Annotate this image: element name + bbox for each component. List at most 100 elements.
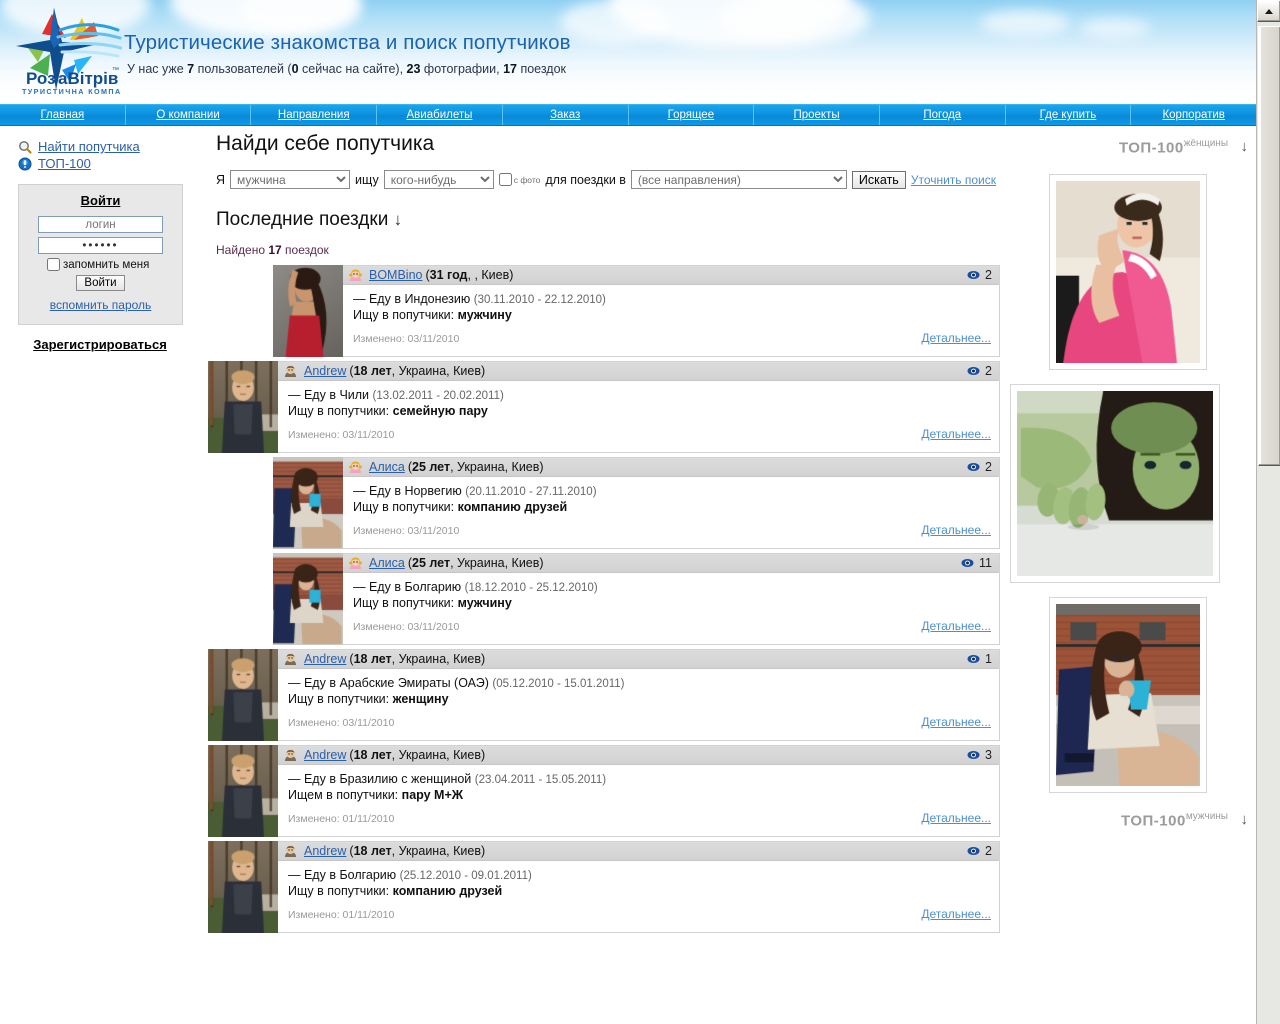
trip-user-meta: (18 лет, Украина, Киев) xyxy=(349,748,485,762)
trip-details[interactable]: Детальнее... xyxy=(921,331,991,345)
scroll-up-button[interactable] xyxy=(1257,0,1280,22)
search-button[interactable]: Искать xyxy=(852,171,906,189)
trip-details-link[interactable]: Детальнее... xyxy=(921,331,991,345)
nav-item-label[interactable]: Корпоратив xyxy=(1162,109,1224,121)
trip-username-link[interactable]: Andrew xyxy=(304,748,346,762)
trip-user-photo[interactable] xyxy=(208,361,278,453)
scrollbar-thumb[interactable] xyxy=(1258,26,1280,466)
trip-details-link[interactable]: Детальнее... xyxy=(921,427,991,441)
down-arrow-icon[interactable]: ↓ xyxy=(1241,811,1249,828)
trip-list-item[interactable]: Andrew(18 лет, Украина, Киев)3— Еду в Бр… xyxy=(208,745,1000,837)
nav-item-label[interactable]: Проекты xyxy=(793,109,839,121)
sort-descending-icon[interactable]: ↓ xyxy=(394,210,403,229)
trip-user-photo[interactable] xyxy=(208,841,278,933)
trip-username-link[interactable]: Алиса xyxy=(369,556,405,570)
trip-details[interactable]: Детальнее... xyxy=(921,907,991,921)
seek-select[interactable]: кого-нибудьмужчинуженщинусемейную паруко… xyxy=(384,170,494,189)
nav-item-7[interactable]: Проекты xyxy=(754,105,880,125)
trip-user-photo[interactable] xyxy=(273,265,343,357)
top100-photo-frame[interactable] xyxy=(1010,384,1220,583)
forgot-password-link[interactable]: вспомнить пароль xyxy=(50,298,152,312)
trip-username-link[interactable]: Andrew xyxy=(304,844,346,858)
nav-item-label[interactable]: Главная xyxy=(40,109,84,121)
trip-seeking-line: Ищу в попутчики: женщину xyxy=(288,692,991,706)
register-link[interactable]: Зарегистрироваться xyxy=(33,337,167,352)
trip-details[interactable]: Детальнее... xyxy=(921,715,991,729)
trip-details[interactable]: Детальнее... xyxy=(921,523,991,537)
nav-item-6[interactable]: Горящее xyxy=(629,105,755,125)
trip-seeking-line: Ищу в попутчики: компанию друзей xyxy=(288,884,991,898)
trip-details-link[interactable]: Детальнее... xyxy=(921,619,991,633)
with-photo-row[interactable]: с фото xyxy=(499,173,541,186)
trip-details-link[interactable]: Детальнее... xyxy=(921,907,991,921)
remember-me-checkbox[interactable] xyxy=(47,258,60,271)
nav-item-label[interactable]: Где купить xyxy=(1040,109,1097,121)
nav-item-label[interactable]: Погода xyxy=(923,109,961,121)
trip-list-item[interactable]: Алиса(25 лет, Украина, Киев)2— Еду в Нор… xyxy=(273,457,1000,549)
nav-item-1[interactable]: Главная xyxy=(0,105,126,125)
refine-search[interactable]: Уточнить поиск xyxy=(911,173,996,187)
top100-men-header[interactable]: ТОП-100мужчины ↓ xyxy=(1000,811,1256,833)
with-photo-checkbox[interactable] xyxy=(499,173,512,186)
trip-username-link[interactable]: Алиса xyxy=(369,460,405,474)
nav-item-4[interactable]: Авиабилеты xyxy=(377,105,503,125)
nav-item-9[interactable]: Где купить xyxy=(1006,105,1132,125)
sidebar-link-label[interactable]: ТОП-100 xyxy=(38,156,91,171)
trip-details-link[interactable]: Детальнее... xyxy=(921,523,991,537)
site-logo[interactable]: Роз аВітрів ™ ТУРИСТИЧНА КОМПАНІЯ xyxy=(8,4,122,96)
trip-user-photo[interactable] xyxy=(208,649,278,741)
top100-photo-frame[interactable] xyxy=(1049,597,1207,793)
nav-item-2[interactable]: О компании xyxy=(126,105,252,125)
direction-select[interactable]: (все направления)ИндонезияЧилиНорвегияБо… xyxy=(631,170,847,189)
trip-details[interactable]: Детальнее... xyxy=(921,619,991,633)
password-input[interactable] xyxy=(38,237,163,254)
vertical-scrollbar[interactable] xyxy=(1256,0,1280,1024)
trip-details-link[interactable]: Детальнее... xyxy=(921,811,991,825)
trip-username-link[interactable]: BOMBino xyxy=(369,268,423,282)
photo-green-hand-girl[interactable] xyxy=(1017,391,1213,576)
login-submit-button[interactable]: Войти xyxy=(76,275,124,291)
nav-item-3[interactable]: Направления xyxy=(251,105,377,125)
down-arrow-icon[interactable]: ↓ xyxy=(1241,138,1249,155)
login-input[interactable] xyxy=(38,216,163,233)
refine-search-link[interactable]: Уточнить поиск xyxy=(911,173,996,187)
nav-item-label[interactable]: Заказ xyxy=(550,109,580,121)
trip-details[interactable]: Детальнее... xyxy=(921,811,991,825)
nav-item-5[interactable]: Заказ xyxy=(503,105,629,125)
trip-username-link[interactable]: Andrew xyxy=(304,364,346,378)
trip-user-photo[interactable] xyxy=(273,457,343,549)
nav-item-label[interactable]: Горящее xyxy=(668,109,714,121)
nav-item-label[interactable]: Направления xyxy=(278,109,350,121)
trip-photo-canvas xyxy=(273,457,343,549)
forgot-password[interactable]: вспомнить пароль xyxy=(29,298,172,312)
trip-list-item[interactable]: Andrew(18 лет, Украина, Киев)2 — Еду в Бо… xyxy=(208,841,1000,933)
trip-user-photo[interactable] xyxy=(208,745,278,837)
trip-list-item[interactable]: Andrew(18 лет, Украина, Киев)1— Еду в Ар… xyxy=(208,649,1000,741)
nav-item-8[interactable]: Погода xyxy=(880,105,1006,125)
trip-destination-line: — Еду в Болгарию (25.12.2010 - 09.01.201… xyxy=(288,868,991,882)
trip-card-body: — Еду в Индонезию (30.11.2010 - 22.12.20… xyxy=(343,285,999,331)
nav-item-10[interactable]: Корпоратив xyxy=(1131,105,1256,125)
trip-user-photo[interactable] xyxy=(273,553,343,645)
register-row[interactable]: Зарегистрироваться xyxy=(0,337,200,352)
sidebar-item-find-companion[interactable]: Найти попутчика xyxy=(0,138,200,155)
trip-list-item[interactable]: BOMBino(31 год, , Киев)2— Еду в Индонези… xyxy=(273,265,1000,357)
trip-details-link[interactable]: Детальнее... xyxy=(921,715,991,729)
photo-girl-with-cup[interactable] xyxy=(1056,604,1200,786)
trip-list-item[interactable]: Алиса(25 лет, Украина, Киев)11— Еду в Бо… xyxy=(273,553,1000,645)
top100-photo-frame[interactable] xyxy=(1049,174,1207,370)
sidebar-link-label[interactable]: Найти попутчика xyxy=(38,139,140,154)
remember-me-row[interactable]: запомнить меня xyxy=(47,258,172,271)
trip-username-link[interactable]: Andrew xyxy=(304,652,346,666)
trip-details[interactable]: Детальнее... xyxy=(921,427,991,441)
stats-photos-count: 23 xyxy=(407,62,421,76)
sidebar-item-top100[interactable]: ТОП-100 xyxy=(0,155,200,172)
gender-select[interactable]: мужчинаженщина xyxy=(230,170,350,189)
nav-item-label[interactable]: Авиабилеты xyxy=(407,109,473,121)
top100-women-header[interactable]: ТОП-100жёнщины ↓ xyxy=(1000,138,1256,160)
photo-girl-pink-top[interactable] xyxy=(1056,181,1200,363)
trip-list-item[interactable]: Andrew(18 лет, Украина, Киев)2— Еду в Чи… xyxy=(208,361,1000,453)
trip-destination-line: — Еду в Бразилию с женщиной (23.04.2011 … xyxy=(288,772,991,786)
nav-item-label[interactable]: О компании xyxy=(156,109,219,121)
trip-card-header: Andrew(18 лет, Украина, Киев)2 xyxy=(278,842,999,861)
